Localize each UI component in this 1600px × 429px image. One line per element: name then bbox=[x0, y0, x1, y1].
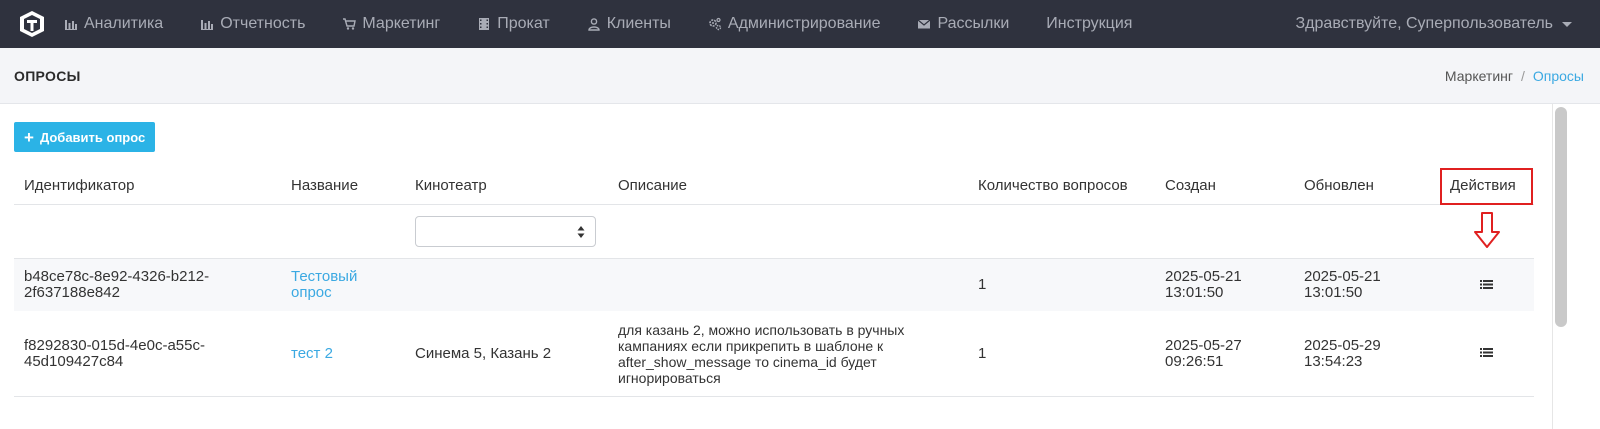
add-survey-button[interactable]: + Добавить опрос bbox=[14, 122, 156, 152]
annotation-highlight-box bbox=[1440, 168, 1533, 205]
nav-item-label: Прокат bbox=[497, 15, 550, 32]
cinema-name: Синема 5, Казань 2 bbox=[415, 345, 552, 362]
description-line: для казань 2, можно использовать в ручны… bbox=[618, 322, 905, 338]
updated-datetime: 2025-05-21 13:01:50 bbox=[1304, 269, 1381, 301]
row-id: f8292830-015d-4e0c-a55c- 45d109427c84 bbox=[24, 338, 205, 370]
user-icon bbox=[587, 17, 601, 31]
breadcrumb-item-marketing[interactable]: Маркетинг bbox=[1445, 68, 1513, 84]
updated-time: 13:01:50 bbox=[1304, 284, 1363, 301]
created-datetime: 2025-05-27 09:26:51 bbox=[1165, 338, 1242, 370]
created-time: 09:26:51 bbox=[1165, 353, 1224, 370]
created-date: 2025-05-21 bbox=[1165, 268, 1242, 285]
row-id-line: f8292830-015d-4e0c-a55c- bbox=[24, 337, 205, 354]
nav-item-mailings[interactable]: Рассылки bbox=[917, 15, 1009, 33]
nav-item-label: Инструкция bbox=[1046, 15, 1133, 32]
breadcrumb: Маркетинг / Опросы bbox=[1445, 68, 1584, 84]
nav-item-label: Администрирование bbox=[727, 15, 881, 32]
user-menu-dropdown[interactable]: Здравствуйте, Суперпользователь bbox=[1296, 0, 1572, 48]
nav-item-administration[interactable]: Администрирование bbox=[708, 15, 881, 33]
user-greeting: Здравствуйте, Суперпользователь bbox=[1295, 15, 1553, 32]
cinema-filter-select[interactable] bbox=[415, 216, 596, 247]
page-title: ОПРОСЫ bbox=[14, 68, 81, 84]
table-row: f8292830-015d-4e0c-a55c- 45d109427c84 те… bbox=[14, 311, 1534, 396]
add-survey-label: Добавить опрос bbox=[39, 129, 146, 145]
column-header-name[interactable]: Название bbox=[291, 177, 358, 194]
survey-description: для казань 2, можно использовать в ручны… bbox=[618, 322, 904, 386]
plus-icon: + bbox=[24, 127, 34, 147]
list-icon[interactable] bbox=[1480, 279, 1493, 290]
column-header-description[interactable]: Описание bbox=[618, 177, 687, 194]
row-id: b48ce78c-8e92-4326-b212- 2f637188e842 bbox=[24, 269, 209, 301]
annotation-down-arrow-icon bbox=[1474, 212, 1500, 248]
updated-date: 2025-05-21 bbox=[1304, 268, 1381, 285]
created-time: 13:01:50 bbox=[1165, 284, 1224, 301]
scrollbar-thumb[interactable] bbox=[1555, 107, 1567, 327]
nav-item-label: Отчетность bbox=[220, 15, 306, 32]
description-line: after_show_message то cinema_id будет bbox=[618, 354, 877, 370]
description-line: кампаниях если прикрепить в шаблоне к bbox=[618, 338, 884, 354]
survey-name-link[interactable]: Тестовый опрос bbox=[291, 269, 357, 301]
nav-item-label: Маркетинг bbox=[362, 15, 441, 32]
nav-item-label: Рассылки bbox=[937, 15, 1010, 32]
top-navbar: Аналитика Отчетность Маркетинг Прокат Кл… bbox=[0, 0, 1600, 48]
row-id-line: b48ce78c-8e92-4326-b212- bbox=[24, 268, 210, 285]
table-divider bbox=[14, 396, 1534, 397]
description-line: игнорироваться bbox=[618, 370, 721, 386]
survey-name-line: тест 2 bbox=[291, 345, 333, 362]
survey-name-link[interactable]: тест 2 bbox=[291, 346, 333, 362]
nav-item-instruction[interactable]: Инструкция bbox=[1046, 15, 1132, 33]
bar-chart-icon bbox=[64, 17, 78, 31]
survey-name-line: Тестовый bbox=[291, 268, 358, 285]
nav-item-analytics[interactable]: Аналитика bbox=[64, 15, 163, 33]
envelope-icon bbox=[917, 17, 931, 31]
column-header-cinema[interactable]: Кинотеатр bbox=[415, 177, 487, 194]
film-icon bbox=[477, 17, 491, 31]
row-id-line: 2f637188e842 bbox=[24, 284, 120, 301]
bar-chart-icon bbox=[200, 17, 214, 31]
nav-item-clients[interactable]: Клиенты bbox=[587, 15, 671, 33]
updated-datetime: 2025-05-29 13:54:23 bbox=[1304, 338, 1381, 370]
nav-item-reports[interactable]: Отчетность bbox=[200, 15, 305, 33]
nav-item-label: Клиенты bbox=[606, 15, 671, 32]
nav-item-rental[interactable]: Прокат bbox=[477, 15, 550, 33]
questions-count: 1 bbox=[978, 276, 987, 293]
column-header-created[interactable]: Создан bbox=[1165, 177, 1216, 194]
column-header-updated[interactable]: Обновлен bbox=[1304, 177, 1374, 194]
scrollbar-divider bbox=[1552, 104, 1553, 429]
created-date: 2025-05-27 bbox=[1165, 337, 1242, 354]
column-header-id[interactable]: Идентификатор bbox=[24, 177, 134, 194]
breadcrumb-separator: / bbox=[1521, 68, 1525, 84]
filter-row bbox=[14, 205, 1534, 259]
caret-down-icon bbox=[1562, 21, 1572, 27]
logo-icon[interactable] bbox=[18, 10, 46, 38]
questions-count: 1 bbox=[978, 345, 987, 362]
column-header-questions-count[interactable]: Количество вопросов bbox=[978, 177, 1128, 194]
cart-icon bbox=[342, 17, 357, 31]
nav-item-label: Аналитика bbox=[84, 15, 164, 32]
list-icon[interactable] bbox=[1480, 347, 1493, 358]
table-row: b48ce78c-8e92-4326-b212- 2f637188e842 Те… bbox=[14, 259, 1534, 311]
sort-arrows-icon bbox=[577, 226, 585, 238]
breadcrumb-item-current: Опросы bbox=[1532, 68, 1584, 84]
updated-time: 13:54:23 bbox=[1304, 353, 1363, 370]
survey-name-line: опрос bbox=[291, 284, 332, 301]
created-datetime: 2025-05-21 13:01:50 bbox=[1165, 269, 1242, 301]
cogs-icon bbox=[708, 17, 722, 31]
nav-item-marketing[interactable]: Маркетинг bbox=[342, 15, 440, 33]
updated-date: 2025-05-29 bbox=[1304, 337, 1381, 354]
row-id-line: 45d109427c84 bbox=[24, 353, 124, 370]
page-header: ОПРОСЫ Маркетинг / Опросы bbox=[0, 48, 1600, 104]
